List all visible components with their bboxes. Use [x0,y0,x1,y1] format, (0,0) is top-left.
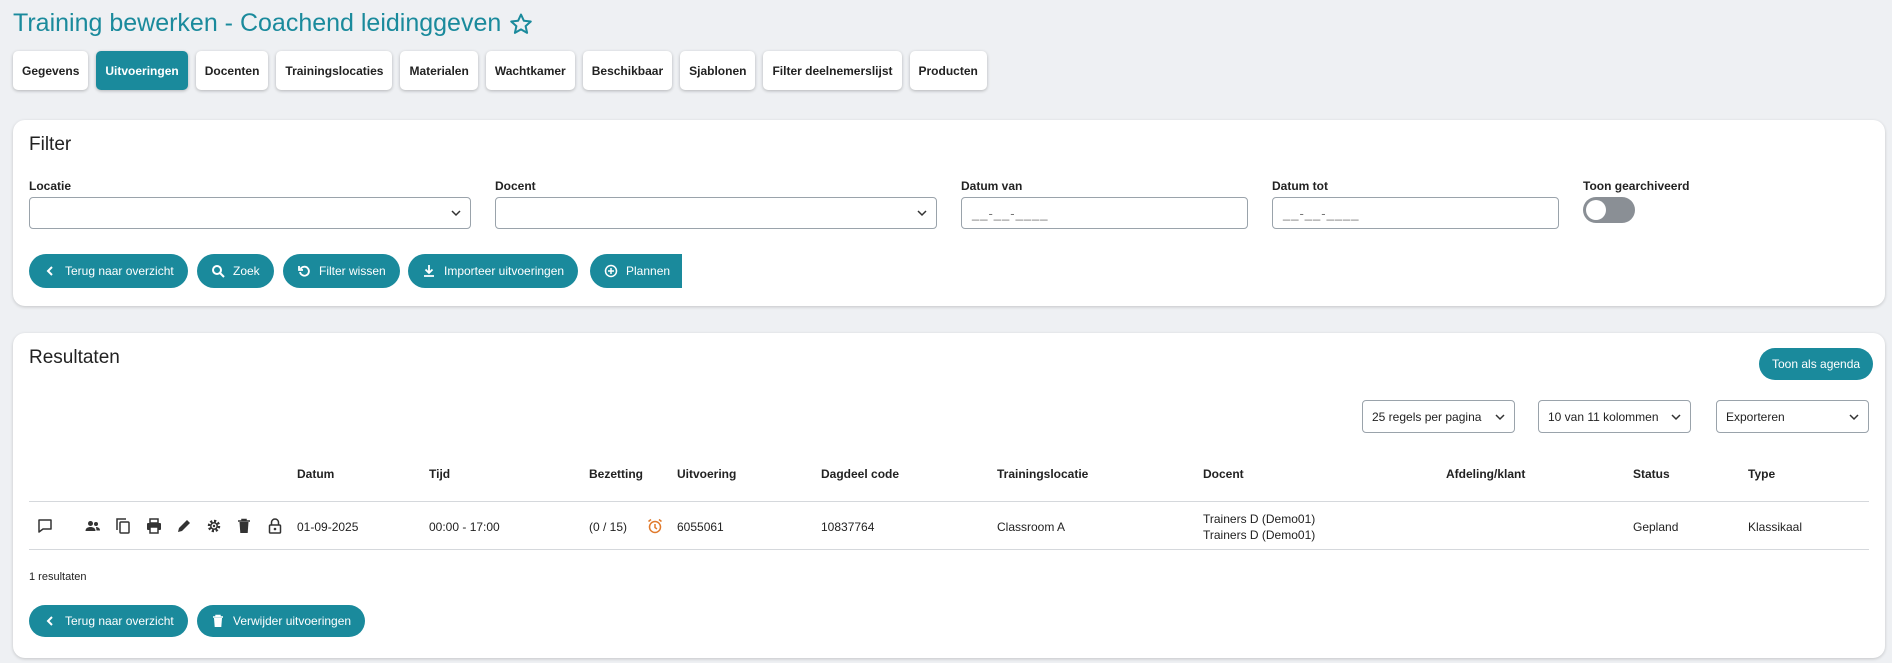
archived-toggle[interactable] [1583,197,1635,223]
participants-icon[interactable] [84,517,102,535]
datum-tot-mask: __-__-____ [1283,206,1360,221]
trash-icon [213,614,223,627]
per-page-value: 25 regels per pagina [1372,410,1482,424]
tab-trainingslocaties[interactable]: Trainingslocaties [276,51,393,90]
gear-icon[interactable] [205,517,223,535]
cell-type: Klassikaal [1748,520,1803,534]
datum-tot-input[interactable]: __-__-____ [1272,197,1559,229]
locatie-select[interactable] [29,197,471,229]
tab-bar: Gegevens Uitvoeringen Docenten Trainings… [13,51,987,90]
back-bottom-label: Terug naar overzicht [65,614,174,628]
page-title: Training bewerken - Coachend leidinggeve… [13,9,533,38]
plan-button[interactable]: Plannen [590,254,682,288]
datum-van-input[interactable]: __-__-____ [961,197,1248,229]
datum-van-mask: __-__-____ [972,206,1049,221]
print-icon[interactable] [145,517,163,535]
header-dagdeel-code[interactable]: Dagdeel code [821,467,899,481]
search-button-label: Zoek [233,264,260,278]
tab-docenten[interactable]: Docenten [195,51,269,90]
favorite-star-icon[interactable] [509,12,533,36]
page-title-text: Training bewerken - Coachend leidinggeve… [13,9,502,37]
header-type[interactable]: Type [1748,467,1775,481]
tab-materialen[interactable]: Materialen [400,51,478,90]
comment-icon[interactable] [36,517,54,535]
cell-uitvoering: 6055061 [677,520,724,534]
edit-icon[interactable] [175,517,193,535]
chevron-left-icon [46,616,53,626]
tab-gegevens[interactable]: Gegevens [13,51,89,90]
header-trainingslocatie[interactable]: Trainingslocatie [997,467,1088,481]
add-circle-icon [604,264,618,278]
import-button-label: Importeer uitvoeringen [444,264,565,278]
cell-trainingslocatie: Classroom A [997,520,1066,534]
delete-executions-button[interactable]: Verwijder uitvoeringen [197,605,366,637]
download-icon [424,265,434,277]
chevron-down-icon [1671,414,1681,421]
locatie-label: Locatie [29,179,72,193]
row-divider [29,549,1869,550]
chevron-down-icon [917,210,927,217]
chevron-down-icon [1495,414,1505,421]
result-count: 1 resultaten [29,571,87,583]
export-select[interactable]: Exporteren [1716,400,1869,433]
datum-van-label: Datum van [961,179,1023,193]
back-to-overview-button[interactable]: Terug naar overzicht [29,254,188,288]
results-title: Resultaten [29,347,120,368]
export-value: Exporteren [1726,410,1785,424]
header-uitvoering[interactable]: Uitvoering [677,467,736,481]
search-button[interactable]: Zoek [197,254,274,288]
tab-producten[interactable]: Producten [909,51,987,90]
back-button-label: Terug naar overzicht [65,264,174,278]
docent-select[interactable] [495,197,937,229]
clear-filter-button[interactable]: Filter wissen [283,254,400,288]
search-icon [212,265,225,278]
back-to-overview-bottom-button[interactable]: Terug naar overzicht [29,605,188,637]
cell-docent-2: Trainers D (Demo01) [1203,528,1316,542]
cell-datum: 01-09-2025 [297,520,359,534]
cell-tijd: 00:00 - 17:00 [429,520,500,534]
header-divider [29,501,1869,502]
toggle-knob [1586,200,1606,220]
cell-dagdeel-code: 10837764 [821,520,875,534]
cell-bezetting: (0 / 15) [589,520,628,534]
header-tijd[interactable]: Tijd [429,467,450,481]
header-status[interactable]: Status [1633,467,1670,481]
reset-icon [298,265,310,277]
chevron-down-icon [451,210,461,217]
tab-uitvoeringen[interactable]: Uitvoeringen [96,51,188,90]
alarm-icon [648,518,662,534]
filter-title: Filter [29,134,72,155]
header-afdeling-klant[interactable]: Afdeling/klant [1446,467,1525,481]
cell-docent-1: Trainers D (Demo01) [1203,512,1316,526]
tab-beschikbaar[interactable]: Beschikbaar [582,51,673,90]
chevron-down-icon [1849,414,1859,421]
docent-label: Docent [495,179,536,193]
tab-sjablonen[interactable]: Sjablonen [680,51,756,90]
tab-wachtkamer[interactable]: Wachtkamer [485,51,575,90]
header-docent[interactable]: Docent [1203,467,1244,481]
show-as-agenda-button[interactable]: Toon als agenda [1759,348,1874,380]
agenda-button-label: Toon als agenda [1772,357,1861,371]
copy-icon[interactable] [114,517,132,535]
archived-label: Toon gearchiveerd [1583,179,1690,193]
per-page-select[interactable]: 25 regels per pagina [1362,400,1515,433]
clear-filter-label: Filter wissen [319,264,386,278]
columns-select[interactable]: 10 van 11 kolommen [1538,400,1691,433]
chevron-left-icon [46,266,53,276]
lock-icon[interactable] [266,517,284,535]
header-bezetting[interactable]: Bezetting [589,467,643,481]
import-button[interactable]: Importeer uitvoeringen [408,254,579,288]
tab-filter-deelnemerslijst[interactable]: Filter deelnemerslijst [763,51,902,90]
delete-executions-label: Verwijder uitvoeringen [233,614,352,628]
header-datum[interactable]: Datum [297,467,334,481]
columns-value: 10 van 11 kolommen [1548,410,1659,424]
delete-icon[interactable] [235,517,253,535]
cell-status: Gepland [1633,520,1679,534]
datum-tot-label: Datum tot [1272,179,1328,193]
plan-button-label: Plannen [626,264,671,278]
